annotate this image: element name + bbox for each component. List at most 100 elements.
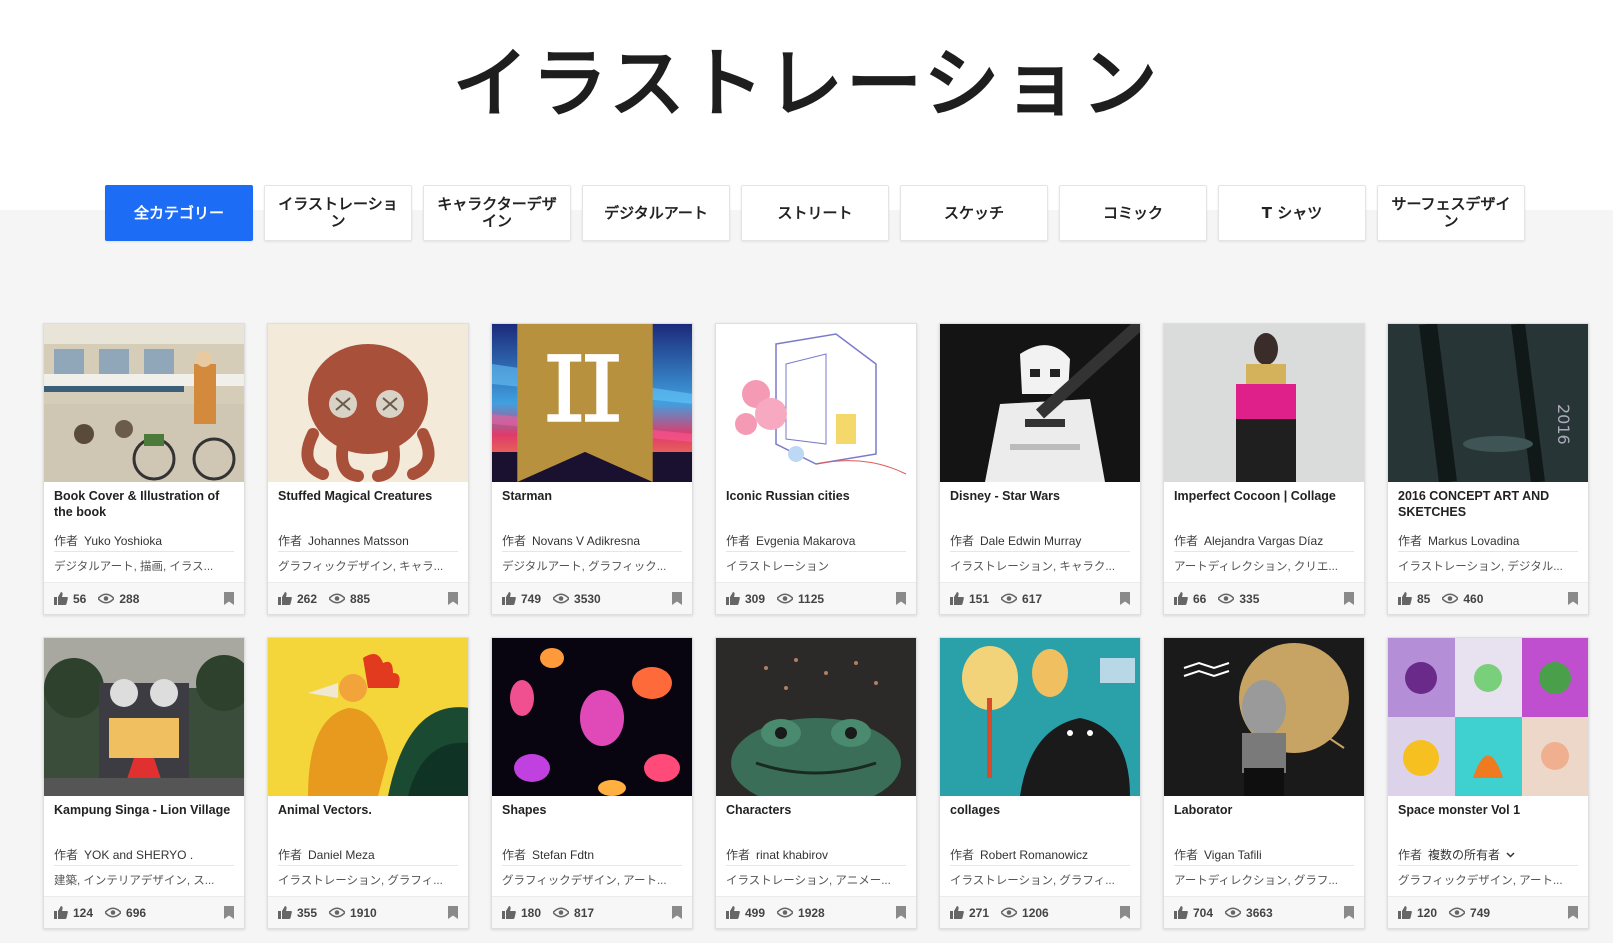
author-name[interactable]: Stefan Fdtn xyxy=(532,848,594,862)
project-title[interactable]: Space monster Vol 1 xyxy=(1398,802,1578,834)
project-card[interactable]: Starman 作者 Novans V Adikresna デジタルアート, グ… xyxy=(491,323,693,615)
bookmark-icon[interactable] xyxy=(896,592,906,605)
project-card[interactable]: Animal Vectors. 作者 Daniel Meza イラストレーション… xyxy=(267,637,469,929)
bookmark-icon[interactable] xyxy=(224,592,234,605)
project-title[interactable]: Iconic Russian cities xyxy=(726,488,906,520)
bookmark-icon[interactable] xyxy=(672,906,682,919)
card-body: 2016 CONCEPT ART AND SKETCHES 作者 Markus … xyxy=(1388,482,1588,582)
project-title[interactable]: collages xyxy=(950,802,1130,834)
project-tags: グラフィックデザイン, アート... xyxy=(502,875,667,887)
project-thumbnail[interactable] xyxy=(492,638,692,796)
project-card[interactable]: Laborator 作者 Vigan Tafili アートディレクション, グラ… xyxy=(1163,637,1365,929)
like-count-value: 704 xyxy=(1193,905,1214,920)
category-button-1[interactable]: イラストレーション xyxy=(264,185,412,241)
project-card[interactable]: Characters 作者 rinat khabirov イラストレーション, … xyxy=(715,637,917,929)
project-title[interactable]: Animal Vectors. xyxy=(278,802,458,834)
bookmark-icon[interactable] xyxy=(1120,592,1130,605)
bookmark-icon[interactable] xyxy=(672,592,682,605)
category-button-7[interactable]: T シャツ xyxy=(1218,185,1366,241)
bookmark-icon[interactable] xyxy=(1568,592,1578,605)
project-thumbnail[interactable]: 2016 xyxy=(1388,324,1588,482)
project-thumbnail[interactable] xyxy=(940,638,1140,796)
project-card[interactable]: Book Cover & Illustration of the book 作者… xyxy=(43,323,245,615)
project-title[interactable]: Starman xyxy=(502,488,682,520)
project-artwork xyxy=(268,638,468,796)
project-title[interactable]: Kampung Singa - Lion Village xyxy=(54,802,234,834)
project-thumbnail[interactable] xyxy=(1388,638,1588,796)
author-name[interactable]: Yuko Yoshioka xyxy=(84,534,162,548)
category-button-3[interactable]: デジタルアート xyxy=(582,185,730,241)
author-name[interactable]: YOK and SHERYO . xyxy=(84,848,193,862)
like-count: 704 xyxy=(1174,906,1213,920)
project-card[interactable]: collages 作者 Robert Romanowicz イラストレーション,… xyxy=(939,637,1141,929)
view-count: 288 xyxy=(98,592,139,606)
bookmark-icon[interactable] xyxy=(1344,592,1354,605)
author-name[interactable]: Evgenia Makarova xyxy=(756,534,855,548)
category-button-6[interactable]: コミック xyxy=(1059,185,1207,241)
project-artwork xyxy=(1388,638,1588,796)
project-title[interactable]: Characters xyxy=(726,802,906,834)
project-artwork xyxy=(940,324,1140,482)
project-grid: Book Cover & Illustration of the book 作者… xyxy=(43,323,1589,929)
project-title[interactable]: Book Cover & Illustration of the book xyxy=(54,488,234,520)
author-name[interactable]: Alejandra Vargas Díaz xyxy=(1204,534,1323,548)
author-name[interactable]: Robert Romanowicz xyxy=(980,848,1088,862)
author-name[interactable]: 複数の所有者 xyxy=(1428,846,1500,863)
project-tags: イラストレーション, グラフィ... xyxy=(278,875,443,887)
author-name[interactable]: Daniel Meza xyxy=(308,848,375,862)
chevron-down-icon[interactable] xyxy=(1506,851,1515,858)
project-thumbnail[interactable] xyxy=(940,324,1140,482)
project-title[interactable]: Imperfect Cocoon | Collage xyxy=(1174,488,1354,520)
bookmark-icon[interactable] xyxy=(1120,906,1130,919)
bookmark-icon[interactable] xyxy=(1344,906,1354,919)
eye-icon xyxy=(553,907,570,918)
project-title[interactable]: 2016 CONCEPT ART AND SKETCHES xyxy=(1398,488,1578,520)
author-name[interactable]: Markus Lovadina xyxy=(1428,534,1519,548)
project-card[interactable]: Stuffed Magical Creatures 作者 Johannes Ma… xyxy=(267,323,469,615)
author-name[interactable]: Dale Edwin Murray xyxy=(980,534,1081,548)
category-button-8[interactable]: サーフェスデザイン xyxy=(1377,185,1525,241)
project-artwork xyxy=(44,324,244,482)
project-thumbnail[interactable] xyxy=(1164,638,1364,796)
project-title[interactable]: Disney - Star Wars xyxy=(950,488,1130,520)
project-card[interactable]: Kampung Singa - Lion Village 作者 YOK and … xyxy=(43,637,245,929)
bookmark-icon[interactable] xyxy=(448,592,458,605)
category-button-0[interactable]: 全カテゴリー xyxy=(105,185,253,241)
project-thumbnail[interactable] xyxy=(44,324,244,482)
view-count-value: 3530 xyxy=(574,591,601,606)
bookmark-icon[interactable] xyxy=(1568,906,1578,919)
author-name[interactable]: rinat khabirov xyxy=(756,848,828,862)
card-stats: 180 817 xyxy=(492,896,692,928)
card-stats: 66 335 xyxy=(1164,582,1364,614)
view-count: 617 xyxy=(1001,592,1042,606)
project-card[interactable]: Imperfect Cocoon | Collage 作者 Alejandra … xyxy=(1163,323,1365,615)
project-card[interactable]: Space monster Vol 1 作者 複数の所有者 グラフィックデザイン… xyxy=(1387,637,1589,929)
author-name[interactable]: Johannes Matsson xyxy=(308,534,409,548)
bookmark-icon[interactable] xyxy=(448,906,458,919)
project-card[interactable]: 2016 2016 CONCEPT ART AND SKETCHES 作者 Ma… xyxy=(1387,323,1589,615)
project-thumbnail[interactable] xyxy=(1164,324,1364,482)
svg-text:2016: 2016 xyxy=(1554,404,1573,445)
like-count-value: 151 xyxy=(969,591,990,606)
project-title[interactable]: Stuffed Magical Creatures xyxy=(278,488,458,520)
author-name[interactable]: Vigan Tafili xyxy=(1204,848,1262,862)
project-thumbnail[interactable] xyxy=(492,324,692,482)
category-button-2[interactable]: キャラクターデザイン xyxy=(423,185,571,241)
bookmark-icon[interactable] xyxy=(896,906,906,919)
project-card[interactable]: Iconic Russian cities 作者 Evgenia Makarov… xyxy=(715,323,917,615)
project-thumbnail[interactable] xyxy=(716,324,916,482)
project-thumbnail[interactable] xyxy=(44,638,244,796)
view-count-value: 696 xyxy=(126,905,147,920)
project-card[interactable]: Disney - Star Wars 作者 Dale Edwin Murray … xyxy=(939,323,1141,615)
project-title[interactable]: Laborator xyxy=(1174,802,1354,834)
author-name[interactable]: Novans V Adikresna xyxy=(532,534,640,548)
project-title[interactable]: Shapes xyxy=(502,802,682,834)
view-count-value: 1928 xyxy=(798,905,825,920)
bookmark-icon[interactable] xyxy=(224,906,234,919)
category-button-5[interactable]: スケッチ xyxy=(900,185,1048,241)
project-card[interactable]: Shapes 作者 Stefan Fdtn グラフィックデザイン, アート...… xyxy=(491,637,693,929)
project-thumbnail[interactable] xyxy=(716,638,916,796)
project-thumbnail[interactable] xyxy=(268,324,468,482)
project-thumbnail[interactable] xyxy=(268,638,468,796)
category-button-4[interactable]: ストリート xyxy=(741,185,889,241)
